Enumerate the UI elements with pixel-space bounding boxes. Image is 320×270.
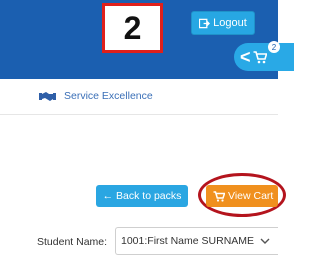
sub-navigation: Service Excellence [0,79,278,115]
cart-icon [213,190,225,202]
chevron-down-icon [260,238,270,244]
step-number: 2 [123,9,142,46]
handshake-icon [39,92,56,101]
view-cart-button[interactable]: View Cart [206,185,278,207]
view-cart-label: View Cart [228,190,274,202]
logout-label: Logout [213,17,247,29]
cart-icon [253,50,267,63]
step-number-callout: 2 [102,3,163,53]
student-selected-value: 1001:First Name SURNAME [121,235,255,247]
service-excellence-link[interactable]: Service Excellence [64,90,153,102]
cart-toggle[interactable]: < 2 [234,41,294,71]
chevron-left-icon: < [240,47,251,67]
back-to-packs-button[interactable]: ← Back to packs [96,185,188,207]
student-name-select[interactable]: 1001:First Name SURNAME [115,227,278,255]
top-header: 2 Logout < 2 [0,0,294,79]
cart-badge-count: 2 [268,41,280,53]
logout-icon [199,18,211,28]
logout-button[interactable]: Logout [191,11,255,35]
student-name-label: Student Name: [37,236,108,248]
